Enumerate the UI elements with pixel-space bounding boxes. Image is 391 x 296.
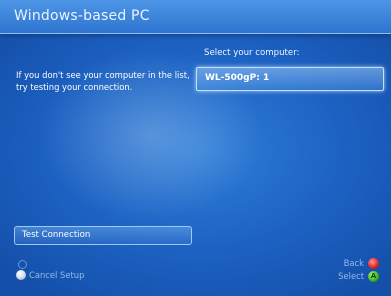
header-bar: Windows-based PC: [0, 0, 391, 34]
select-label: Select: [338, 271, 364, 281]
back-label: Back: [343, 258, 364, 268]
computer-item-label: WL-500gP: 1: [205, 73, 270, 83]
b-button-icon: [368, 258, 379, 269]
back-button[interactable]: Back: [319, 258, 379, 270]
helper-text: If you don't see your computer in the li…: [16, 70, 190, 92]
guide-button-icon: [18, 260, 27, 269]
a-button-icon: A: [368, 271, 379, 282]
setup-screen: Windows-based PC If you don't see your c…: [0, 0, 391, 296]
select-computer-label: Select your computer:: [204, 48, 300, 58]
page-title: Windows-based PC: [14, 8, 150, 24]
white-button-icon: [16, 270, 26, 280]
computer-list-item[interactable]: WL-500gP: 1: [196, 67, 384, 91]
test-connection-label: Test Connection: [22, 230, 91, 240]
test-connection-button[interactable]: Test Connection: [14, 226, 192, 245]
cancel-setup-label: Cancel Setup: [29, 270, 85, 280]
select-button[interactable]: Select A: [319, 271, 379, 283]
cancel-setup-button[interactable]: Cancel Setup: [16, 260, 96, 284]
